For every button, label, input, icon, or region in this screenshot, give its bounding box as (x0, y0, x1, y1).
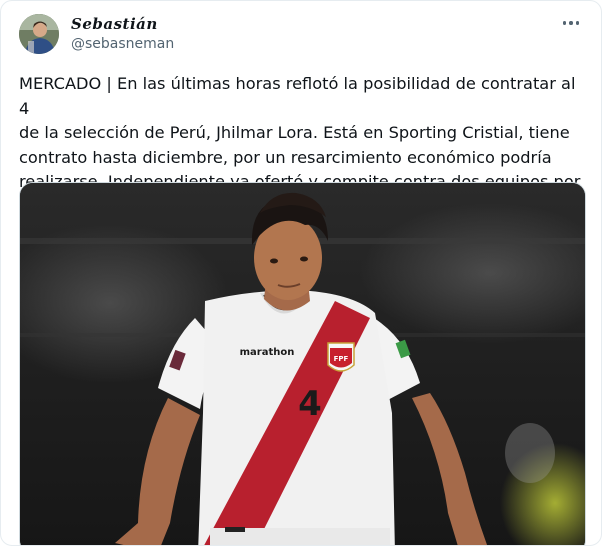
avatar[interactable] (19, 14, 59, 54)
more-options-icon[interactable] (559, 13, 583, 33)
tweet-photo[interactable]: FPF marathon 4 (19, 182, 586, 545)
jersey-number: 4 (298, 384, 322, 424)
dot (575, 21, 580, 25)
crest-text: FPF (334, 355, 349, 363)
author-display-name[interactable]: Sebastián (71, 15, 158, 33)
dot (562, 21, 567, 25)
dot (569, 21, 573, 25)
jersey-brand: marathon (240, 347, 295, 358)
tweet-card[interactable]: Sebastián @sebasneman MERCADO | En las ú… (0, 0, 602, 546)
author-handle[interactable]: @sebasneman (71, 36, 174, 52)
